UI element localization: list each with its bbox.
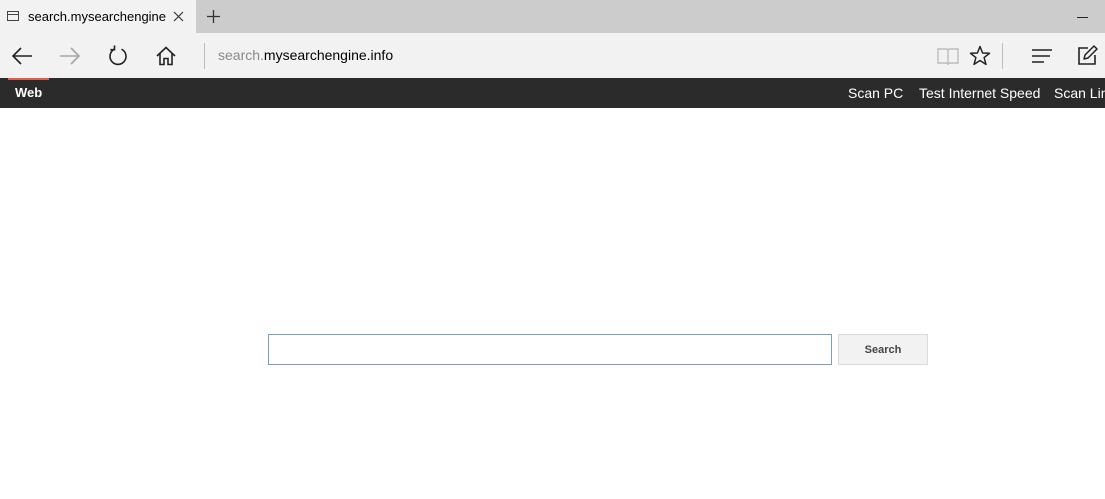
nav-scan-pc[interactable]: Scan PC xyxy=(848,85,903,101)
nav-test-internet-speed[interactable]: Test Internet Speed xyxy=(919,85,1040,101)
refresh-icon[interactable] xyxy=(106,44,130,68)
browser-toolbar: search.mysearchengine.info xyxy=(0,33,1105,78)
active-tab-indicator xyxy=(8,78,49,80)
star-icon[interactable] xyxy=(968,44,992,68)
tab-title: search.mysearchengine.i xyxy=(28,9,166,24)
minimize-window-icon[interactable] xyxy=(1077,17,1088,18)
browser-tab[interactable]: search.mysearchengine.i xyxy=(0,0,196,33)
nav-web[interactable]: Web xyxy=(15,85,42,100)
home-icon[interactable] xyxy=(154,44,178,68)
address-separator xyxy=(204,43,205,69)
nav-scan-link[interactable]: Scan Lin xyxy=(1054,85,1105,101)
address-bar[interactable]: search.mysearchengine.info xyxy=(218,47,393,63)
book-icon[interactable] xyxy=(936,44,960,68)
toolbar-separator xyxy=(1002,43,1003,69)
arrow-right-icon[interactable] xyxy=(58,44,82,68)
new-tab-plus-icon[interactable] xyxy=(206,9,221,24)
hub-lines-icon[interactable] xyxy=(1030,44,1054,68)
tab-strip: search.mysearchengine.i xyxy=(0,0,1105,33)
address-prefix: search. xyxy=(218,47,264,63)
search-button[interactable]: Search xyxy=(838,334,928,365)
close-icon[interactable] xyxy=(172,10,185,23)
address-host: mysearchengine.info xyxy=(263,47,394,63)
arrow-left-icon[interactable] xyxy=(10,44,34,68)
page-icon xyxy=(7,11,19,21)
site-nav-bar: Web Scan PC Test Internet Speed Scan Lin xyxy=(0,78,1105,108)
search-input[interactable] xyxy=(268,334,832,365)
pen-square-icon[interactable] xyxy=(1075,44,1099,68)
